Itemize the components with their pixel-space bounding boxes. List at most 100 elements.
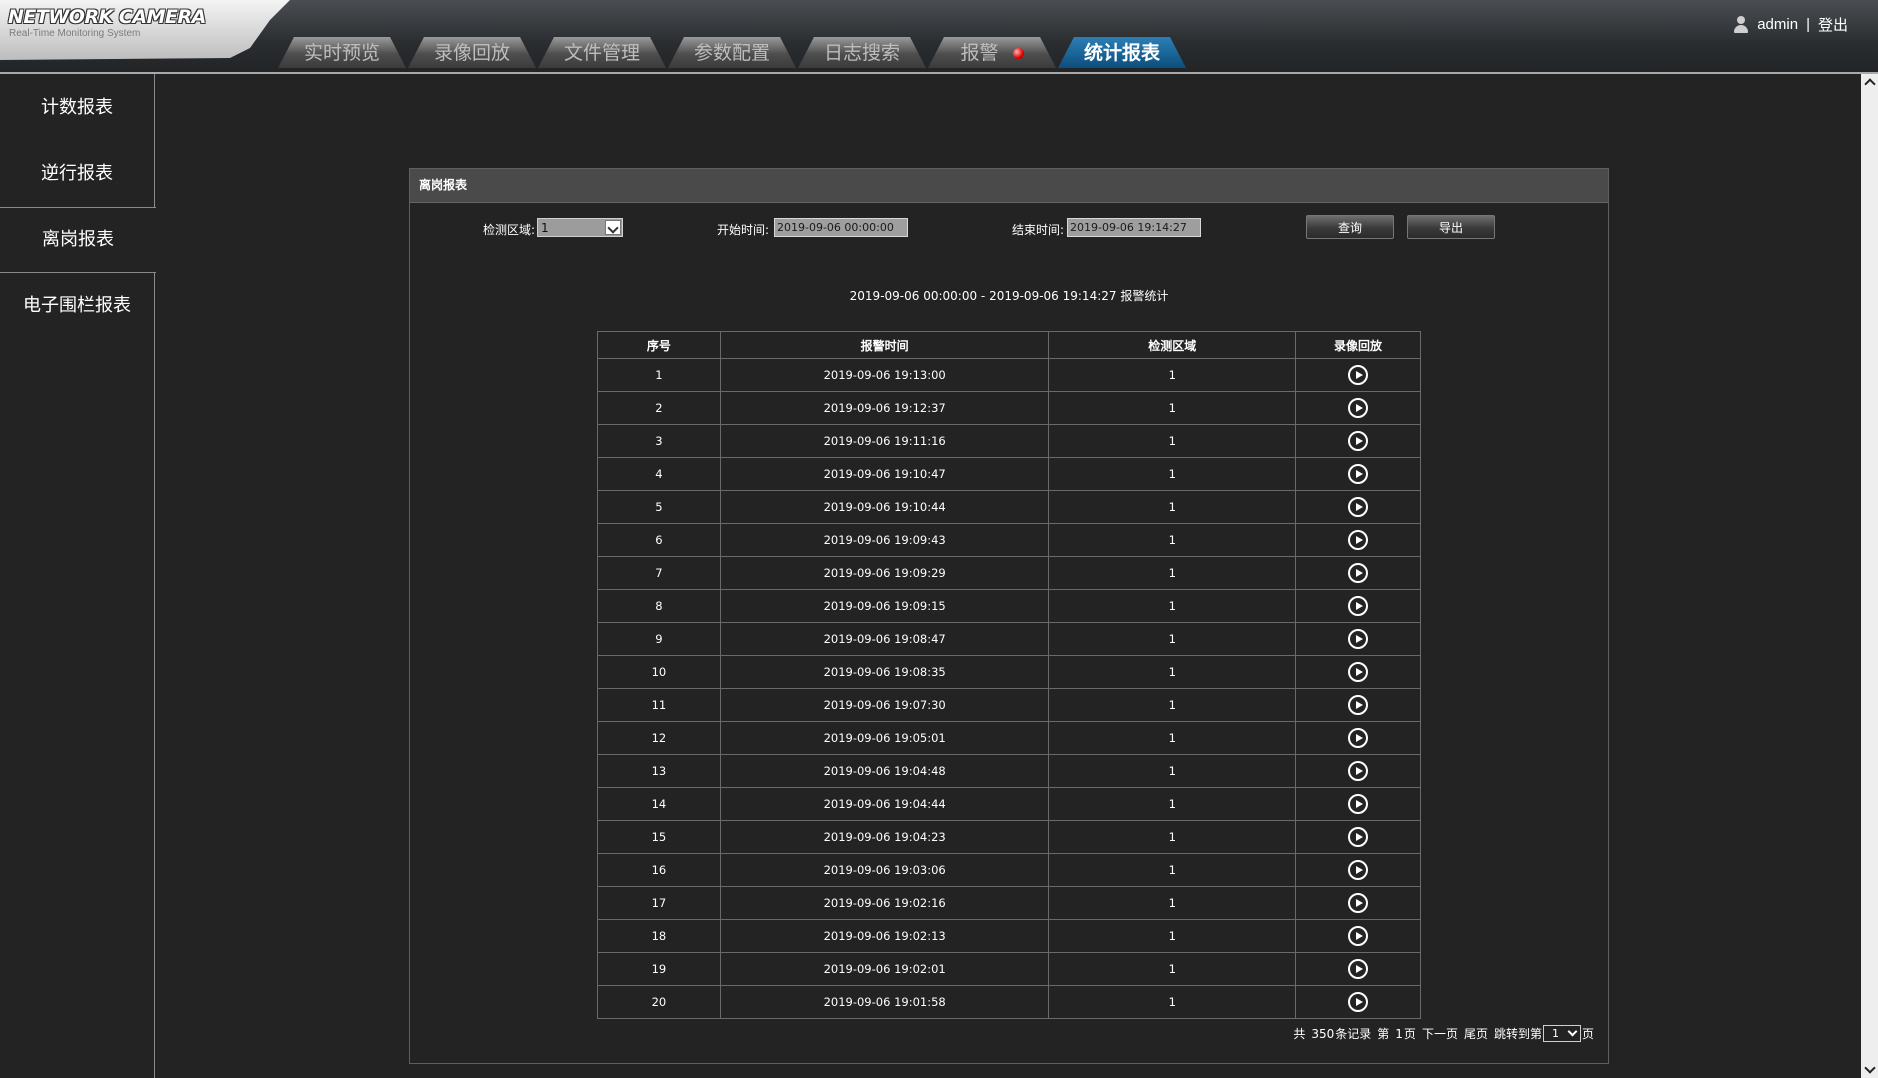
tab-live-preview[interactable]: 实时预览: [278, 37, 406, 68]
sidebar: 计数报表 逆行报表 离岗报表 电子围栏报表: [0, 74, 156, 1078]
row-region: 1: [1048, 952, 1297, 986]
row-playback: [1295, 985, 1421, 1019]
row-alarm-time: 2019-09-06 19:10:44: [719, 490, 1050, 524]
pager-page-suffix: 页: [1403, 1027, 1416, 1041]
play-circle-icon[interactable]: [1348, 530, 1369, 550]
sidebar-item-retrograde-report[interactable]: 逆行报表: [0, 142, 154, 206]
play-circle-icon[interactable]: [1348, 629, 1369, 649]
user-area: admin | 登出: [1733, 14, 1848, 35]
region-select[interactable]: 1: [537, 218, 623, 237]
row-region: 1: [1048, 556, 1297, 590]
row-playback: [1295, 688, 1421, 722]
row-playback: [1295, 424, 1421, 458]
table-row: 4 2019-09-06 19:10:47 1: [597, 457, 1421, 491]
row-alarm-time: 2019-09-06 19:09:43: [719, 523, 1050, 557]
table-row: 12 2019-09-06 19:05:01 1: [597, 721, 1421, 755]
start-time-label: 开始时间:: [717, 223, 770, 237]
row-number: 2: [597, 391, 721, 425]
play-circle-icon[interactable]: [1348, 728, 1369, 748]
tab-file-management[interactable]: 文件管理: [538, 37, 666, 68]
play-circle-icon[interactable]: [1348, 959, 1369, 979]
sidebar-item-count-report[interactable]: 计数报表: [0, 76, 154, 140]
row-number: 13: [597, 754, 721, 788]
sidebar-item-absence-report[interactable]: 离岗报表: [0, 207, 156, 273]
play-circle-icon[interactable]: [1348, 596, 1369, 616]
row-number: 11: [597, 688, 721, 722]
column-header-playback: 录像回放: [1295, 331, 1421, 359]
play-circle-icon[interactable]: [1348, 464, 1369, 484]
row-region: 1: [1048, 919, 1297, 953]
column-header-alarm-time: 报警时间: [719, 331, 1050, 359]
tab-configuration[interactable]: 参数配置: [668, 37, 796, 68]
tab-log-search[interactable]: 日志搜索: [798, 37, 926, 68]
row-alarm-time: 2019-09-06 19:08:47: [719, 622, 1050, 656]
start-time-input[interactable]: [774, 218, 908, 237]
row-region: 1: [1048, 853, 1297, 887]
sidebar-item-fence-report[interactable]: 电子围栏报表: [0, 274, 154, 338]
logout-link[interactable]: 登出: [1818, 14, 1848, 35]
region-label: 检测区域:: [483, 223, 536, 237]
row-alarm-time: 2019-09-06 19:04:23: [719, 820, 1050, 854]
row-region: 1: [1048, 721, 1297, 755]
row-region: 1: [1048, 688, 1297, 722]
row-alarm-time: 2019-09-06 19:08:35: [719, 655, 1050, 689]
row-alarm-time: 2019-09-06 19:13:00: [719, 358, 1050, 392]
row-number: 8: [597, 589, 721, 623]
column-header-no: 序号: [597, 331, 721, 359]
user-separator: |: [1806, 16, 1810, 33]
row-number: 14: [597, 787, 721, 821]
tab-statistics-report[interactable]: 统计报表: [1058, 37, 1186, 68]
play-circle-icon[interactable]: [1348, 992, 1369, 1012]
play-circle-icon[interactable]: [1348, 431, 1369, 451]
play-circle-icon[interactable]: [1348, 761, 1369, 781]
logo-title: NETWORK CAMERA: [8, 6, 206, 28]
scroll-up-icon[interactable]: [1861, 74, 1878, 91]
top-header: NETWORK CAMERA Real-Time Monitoring Syst…: [0, 0, 1878, 74]
row-alarm-time: 2019-09-06 19:12:37: [719, 391, 1050, 425]
play-circle-icon[interactable]: [1348, 398, 1369, 418]
username: admin: [1757, 16, 1799, 33]
pager-next-link[interactable]: 下一页: [1422, 1025, 1458, 1042]
row-playback: [1295, 853, 1421, 887]
row-alarm-time: 2019-09-06 19:11:16: [719, 424, 1050, 458]
play-circle-icon[interactable]: [1348, 695, 1369, 715]
play-circle-icon[interactable]: [1348, 794, 1369, 814]
play-circle-icon[interactable]: [1348, 827, 1369, 847]
query-button[interactable]: 查询: [1306, 215, 1394, 239]
tab-playback[interactable]: 录像回放: [408, 37, 536, 68]
play-circle-icon[interactable]: [1348, 365, 1369, 385]
row-number: 4: [597, 457, 721, 491]
play-circle-icon[interactable]: [1348, 893, 1369, 913]
row-alarm-time: 2019-09-06 19:02:16: [719, 886, 1050, 920]
row-number: 19: [597, 952, 721, 986]
row-region: 1: [1048, 589, 1297, 623]
pagination: 共 350 条记录 第 1 页 下一页 尾页 跳转到第 1 页: [1287, 1025, 1594, 1042]
tab-label: 报警: [960, 41, 999, 64]
scroll-down-icon[interactable]: [1861, 1061, 1878, 1078]
row-region: 1: [1048, 985, 1297, 1019]
export-button[interactable]: 导出: [1407, 215, 1495, 239]
end-time-input[interactable]: [1067, 218, 1201, 237]
play-circle-icon[interactable]: [1348, 662, 1369, 682]
row-playback: [1295, 358, 1421, 392]
row-region: 1: [1048, 655, 1297, 689]
page-jump-select[interactable]: 1: [1542, 1025, 1581, 1042]
play-circle-icon[interactable]: [1348, 563, 1369, 583]
row-region: 1: [1048, 391, 1297, 425]
play-circle-icon[interactable]: [1348, 860, 1369, 880]
pager-last-link[interactable]: 尾页: [1464, 1025, 1488, 1042]
play-circle-icon[interactable]: [1348, 497, 1369, 517]
row-playback: [1295, 787, 1421, 821]
table-row: 17 2019-09-06 19:02:16 1: [597, 886, 1421, 920]
row-playback: [1295, 589, 1421, 623]
row-region: 1: [1048, 523, 1297, 557]
tab-alarm[interactable]: 报警: [928, 37, 1056, 68]
play-circle-icon[interactable]: [1348, 926, 1369, 946]
row-number: 20: [597, 985, 721, 1019]
row-number: 1: [597, 358, 721, 392]
page-jump-value: 1: [1551, 1027, 1559, 1040]
row-playback: [1295, 457, 1421, 491]
page-scrollbar[interactable]: [1861, 74, 1878, 1078]
row-number: 12: [597, 721, 721, 755]
row-playback: [1295, 754, 1421, 788]
